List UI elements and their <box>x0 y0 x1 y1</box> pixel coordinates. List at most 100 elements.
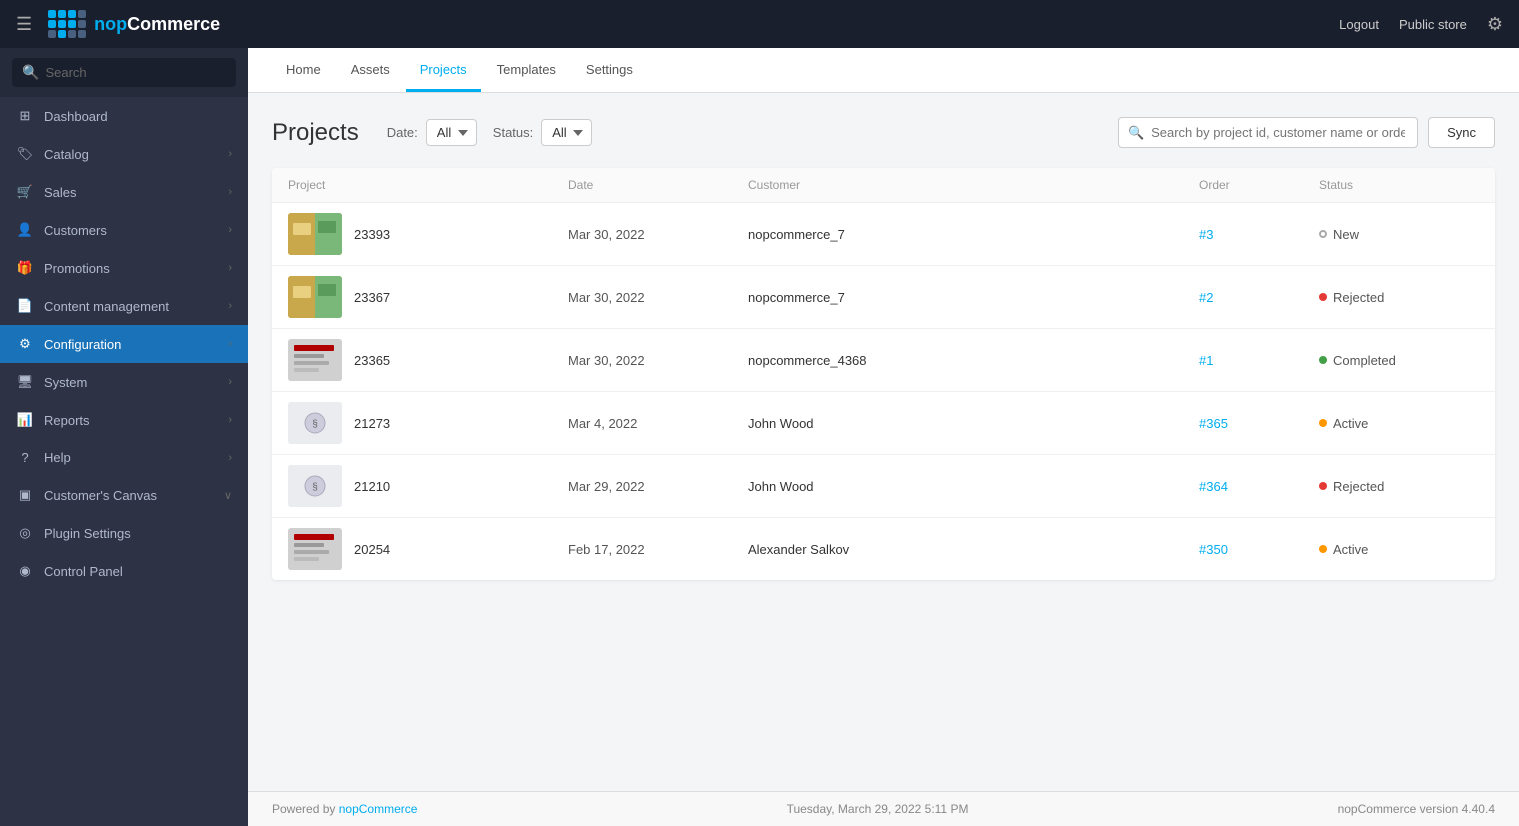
project-cell: 20254 <box>288 528 568 570</box>
order-link[interactable]: #364 <box>1199 479 1228 494</box>
order-link[interactable]: #350 <box>1199 542 1228 557</box>
sidebar-item-help[interactable]: ? Help › <box>0 439 248 476</box>
sidebar-item-configuration[interactable]: ⚙ Configuration › <box>0 325 248 363</box>
project-id: 23367 <box>354 290 390 305</box>
logo-dot <box>58 30 66 38</box>
canvas-icon: ▣ <box>16 487 34 503</box>
logo-dot <box>78 10 86 18</box>
dashboard-icon: ⊞ <box>16 108 34 124</box>
table-row[interactable]: 23393 Mar 30, 2022 nopcommerce_7 #3 New <box>272 203 1495 266</box>
sidebar-item-dashboard[interactable]: ⊞ Dashboard <box>0 97 248 135</box>
thumb-svg <box>288 276 342 318</box>
tab-home[interactable]: Home <box>272 48 335 92</box>
project-search-input[interactable] <box>1118 117 1418 148</box>
thumb-svg <box>288 339 342 381</box>
thumb-svg <box>288 213 342 255</box>
sidebar-item-label: Customer's Canvas <box>44 488 214 503</box>
sidebar-nav: ⊞ Dashboard 🏷 Catalog › 🛒 Sales › 👤 Cust… <box>0 97 248 826</box>
date-cell: Mar 30, 2022 <box>568 290 748 305</box>
sidebar-item-promotions[interactable]: 🎁 Promotions › <box>0 249 248 287</box>
table-row[interactable]: 23365 Mar 30, 2022 nopcommerce_4368 #1 C… <box>272 329 1495 392</box>
tab-assets[interactable]: Assets <box>337 48 404 92</box>
footer-powered-by: Powered by nopCommerce <box>272 802 417 816</box>
public-store-link[interactable]: Public store <box>1399 17 1467 32</box>
project-id: 21210 <box>354 479 390 494</box>
logo-dot <box>78 30 86 38</box>
status-cell: Active <box>1319 416 1479 431</box>
table-row[interactable]: § 21210 Mar 29, 2022 John Wood #364 Reje… <box>272 455 1495 518</box>
content-area: Home Assets Projects Templates Settings … <box>248 48 1519 826</box>
tab-templates[interactable]: Templates <box>483 48 570 92</box>
sidebar-item-label: Reports <box>44 413 218 428</box>
logo-dot <box>58 10 66 18</box>
sidebar-item-system[interactable]: 🖥 System › <box>0 363 248 401</box>
sidebar-search-container: 🔍 <box>0 48 248 97</box>
sidebar-item-label: Catalog <box>44 147 218 162</box>
project-thumbnail <box>288 339 342 381</box>
footer-version: nopCommerce version 4.40.4 <box>1338 802 1495 816</box>
date-cell: Mar 30, 2022 <box>568 227 748 242</box>
status-dot <box>1319 482 1327 490</box>
topbar-actions: Logout Public store ⚙ <box>1339 14 1503 35</box>
logout-link[interactable]: Logout <box>1339 17 1379 32</box>
col-project: Project <box>288 178 568 192</box>
order-link[interactable]: #1 <box>1199 353 1213 368</box>
date-filter-select[interactable]: All <box>426 119 477 146</box>
status-filter-select[interactable]: All <box>541 119 592 146</box>
sidebar-item-sales[interactable]: 🛒 Sales › <box>0 173 248 211</box>
chevron-right-icon: › <box>228 414 232 426</box>
order-link[interactable]: #365 <box>1199 416 1228 431</box>
status-dot <box>1319 545 1327 553</box>
sidebar-item-plugin-settings[interactable]: ◎ Plugin Settings <box>0 514 248 552</box>
tab-settings[interactable]: Settings <box>572 48 647 92</box>
table-row[interactable]: § 21273 Mar 4, 2022 John Wood #365 Activ… <box>272 392 1495 455</box>
tab-projects[interactable]: Projects <box>406 48 481 92</box>
status-label: Active <box>1333 416 1368 431</box>
order-link[interactable]: #2 <box>1199 290 1213 305</box>
main-content: Projects Date: All Status: All 🔍 <box>248 93 1519 791</box>
table-row[interactable]: 23367 Mar 30, 2022 nopcommerce_7 #2 Reje… <box>272 266 1495 329</box>
hamburger-icon[interactable]: ☰ <box>16 14 32 35</box>
logo-dot <box>68 10 76 18</box>
svg-text:§: § <box>312 419 318 430</box>
search-input[interactable] <box>45 65 226 80</box>
page-title: Projects <box>272 119 359 147</box>
sidebar-item-label: Help <box>44 450 218 465</box>
project-cell: § 21210 <box>288 465 568 507</box>
sidebar-item-content-management[interactable]: 📄 Content management › <box>0 287 248 325</box>
chevron-right-icon: › <box>228 148 232 160</box>
nopcommerce-link[interactable]: nopCommerce <box>339 802 418 816</box>
order-cell: #3 <box>1199 227 1319 242</box>
order-cell: #365 <box>1199 416 1319 431</box>
settings-icon[interactable]: ⚙ <box>1487 14 1503 35</box>
table-row[interactable]: 20254 Feb 17, 2022 Alexander Salkov #350… <box>272 518 1495 580</box>
date-cell: Mar 29, 2022 <box>568 479 748 494</box>
project-id: 20254 <box>354 542 390 557</box>
sidebar-item-reports[interactable]: 📊 Reports › <box>0 401 248 439</box>
status-cell: Rejected <box>1319 290 1479 305</box>
sidebar-search-inner: 🔍 <box>12 58 236 87</box>
chevron-right-icon: › <box>228 262 232 274</box>
sales-icon: 🛒 <box>16 184 34 200</box>
customers-icon: 👤 <box>16 222 34 238</box>
status-dot <box>1319 293 1327 301</box>
brand-logo: nopCommerce <box>48 10 220 38</box>
powered-by-text: Powered by <box>272 802 335 816</box>
order-link[interactable]: #3 <box>1199 227 1213 242</box>
search-icon: 🔍 <box>1128 125 1144 141</box>
project-id: 21273 <box>354 416 390 431</box>
sidebar-item-catalog[interactable]: 🏷 Catalog › <box>0 135 248 173</box>
sidebar-item-control-panel[interactable]: ◉ Control Panel <box>0 552 248 590</box>
customer-cell: nopcommerce_4368 <box>748 353 1199 368</box>
logo-dot <box>58 20 66 28</box>
footer-timestamp: Tuesday, March 29, 2022 5:11 PM <box>787 802 969 816</box>
logo-dot <box>68 30 76 38</box>
sidebar-item-customers[interactable]: 👤 Customers › <box>0 211 248 249</box>
status-cell: New <box>1319 227 1479 242</box>
logo-dot <box>48 20 56 28</box>
status-dot <box>1319 419 1327 427</box>
sync-button[interactable]: Sync <box>1428 117 1495 148</box>
col-date: Date <box>568 178 748 192</box>
sidebar-item-customers-canvas[interactable]: ▣ Customer's Canvas ∨ <box>0 476 248 514</box>
project-thumbnail <box>288 528 342 570</box>
